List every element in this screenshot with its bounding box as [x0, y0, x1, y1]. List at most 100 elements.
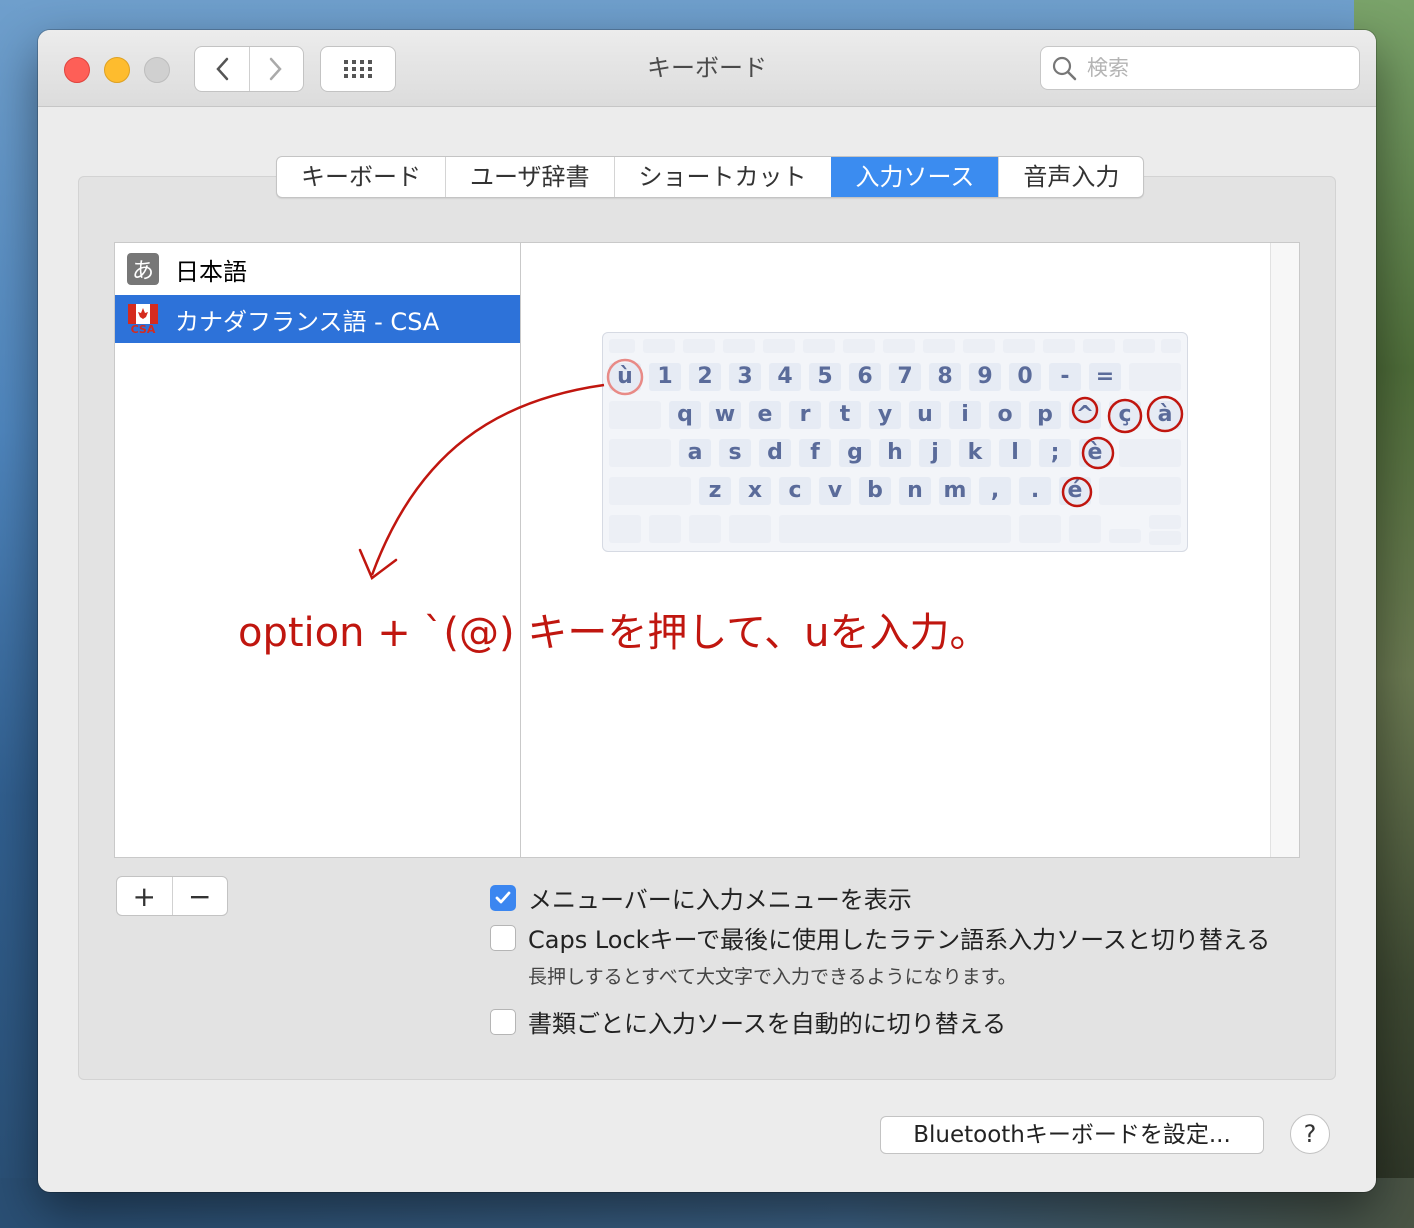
back-button[interactable] [195, 47, 249, 91]
key-e: e [749, 401, 781, 429]
grid-icon [344, 60, 372, 78]
key-i: i [949, 401, 981, 429]
function-key [723, 339, 755, 353]
add-remove-buttons: + − [116, 876, 228, 916]
tab-input-sources[interactable]: 入力ソース [830, 157, 999, 197]
caps-lock-note: 長押しするとすべて大文字で入力できるようになります。 [528, 966, 1017, 988]
chevron-left-icon [216, 57, 228, 81]
add-source-button[interactable]: + [117, 877, 172, 915]
key-tab [609, 401, 661, 429]
key-z: z [699, 477, 731, 505]
titlebar: キーボード [38, 30, 1376, 107]
checkbox-checked[interactable] [490, 884, 516, 911]
key-h: h [879, 439, 911, 467]
checkbox-unchecked[interactable] [490, 924, 516, 951]
key-l: l [999, 439, 1031, 467]
key-5: 5 [809, 363, 841, 391]
tab-dictation[interactable]: 音声入力 [998, 157, 1143, 197]
option-show-input-menu[interactable]: メニューバーに入力メニューを表示 [490, 880, 912, 915]
key-c: c [779, 477, 811, 505]
key-left-shift [609, 477, 691, 505]
zoom-button[interactable] [144, 57, 170, 83]
forward-button[interactable] [248, 47, 304, 91]
setup-bluetooth-keyboard-button[interactable]: Bluetoothキーボードを設定... [880, 1116, 1264, 1154]
function-key [683, 339, 715, 353]
key-v: v [819, 477, 851, 505]
key-7: 7 [889, 363, 921, 391]
key-control [649, 515, 681, 543]
input-source-list: あ 日本語 CSA カナダフランス語 - CSA [114, 242, 521, 858]
key-x: x [739, 477, 771, 505]
key-w: w [709, 401, 741, 429]
key-2: 2 [689, 363, 721, 391]
tab-bar: キーボード ユーザ辞書 ショートカット 入力ソース 音声入力 [276, 156, 1145, 198]
option-label: メニューバーに入力メニューを表示 [528, 886, 912, 914]
key-equals: = [1089, 363, 1121, 391]
tab-keyboard[interactable]: キーボード [277, 157, 445, 197]
list-item-canadian-french-csa[interactable]: CSA カナダフランス語 - CSA [115, 295, 521, 343]
key-e-grave: è [1079, 439, 1111, 467]
checkbox-unchecked[interactable] [490, 1008, 516, 1035]
key-command-right [1019, 515, 1061, 543]
list-item-japanese[interactable]: あ 日本語 [115, 245, 521, 293]
key-caps-lock [609, 439, 671, 467]
function-key [963, 339, 995, 353]
key-f: f [799, 439, 831, 467]
key-1: 1 [649, 363, 681, 391]
key-fn [609, 515, 641, 543]
key-p: p [1029, 401, 1061, 429]
search-input[interactable] [1085, 55, 1339, 81]
key-q: q [669, 401, 701, 429]
key-g: g [839, 439, 871, 467]
key-option-right [1069, 515, 1101, 543]
show-all-button[interactable] [320, 46, 396, 92]
key-a-grave: à [1149, 401, 1181, 429]
option-label: Caps Lockキーで最後に使用したラテン語系入力ソースと切り替える [528, 926, 1271, 954]
function-key [923, 339, 955, 353]
key-b: b [859, 477, 891, 505]
tab-user-dictionary[interactable]: ユーザ辞書 [445, 157, 614, 197]
key-3: 3 [729, 363, 761, 391]
key-comma: , [979, 477, 1011, 505]
key-space [779, 515, 1011, 543]
option-auto-switch-per-document[interactable]: 書類ごとに入力ソースを自動的に切り替える [490, 1004, 1006, 1039]
function-key [643, 339, 675, 353]
function-key [1161, 339, 1181, 353]
close-button[interactable] [64, 57, 90, 83]
option-caps-lock-switch[interactable]: Caps Lockキーで最後に使用したラテン語系入力ソースと切り替える [490, 920, 1270, 955]
key-e-acute: é [1059, 477, 1091, 505]
function-key [1083, 339, 1115, 353]
key-o: o [989, 401, 1021, 429]
key-9: 9 [969, 363, 1001, 391]
key-n: n [899, 477, 931, 505]
key-c-cedilla: ç [1109, 401, 1141, 429]
key-command [729, 515, 771, 543]
key-semicolon: ; [1039, 439, 1071, 467]
search-field[interactable] [1040, 46, 1360, 90]
key-u-grave: ù [609, 363, 641, 391]
key-minus: - [1049, 363, 1081, 391]
tab-shortcuts[interactable]: ショートカット [613, 157, 831, 197]
function-key [1043, 339, 1075, 353]
key-arrow-left [1109, 529, 1141, 543]
key-4: 4 [769, 363, 801, 391]
checkmark-icon [495, 891, 511, 903]
key-right-shift [1099, 477, 1181, 505]
hiragana-icon: あ [127, 253, 159, 285]
key-a: a [679, 439, 711, 467]
key-k: k [959, 439, 991, 467]
function-key [883, 339, 915, 353]
list-item-label: カナダフランス語 - CSA [175, 307, 440, 336]
preferences-window: キーボード キーボード ユーザ辞書 ショートカット 入力ソース 音声入力 あ 日… [38, 30, 1376, 1192]
key-t: t [829, 401, 861, 429]
remove-source-button[interactable]: − [171, 877, 228, 915]
help-button[interactable]: ? [1290, 1114, 1330, 1154]
function-key [843, 339, 875, 353]
canada-flag-icon: CSA [127, 303, 159, 336]
annotation-text: option + `(@) キーを押して、uを入力。 [238, 610, 990, 656]
key-m: m [939, 477, 971, 505]
key-arrow-up [1149, 515, 1181, 529]
minimize-button[interactable] [104, 57, 130, 83]
key-delete [1129, 363, 1181, 391]
preview-scrollbar[interactable] [1270, 243, 1299, 857]
